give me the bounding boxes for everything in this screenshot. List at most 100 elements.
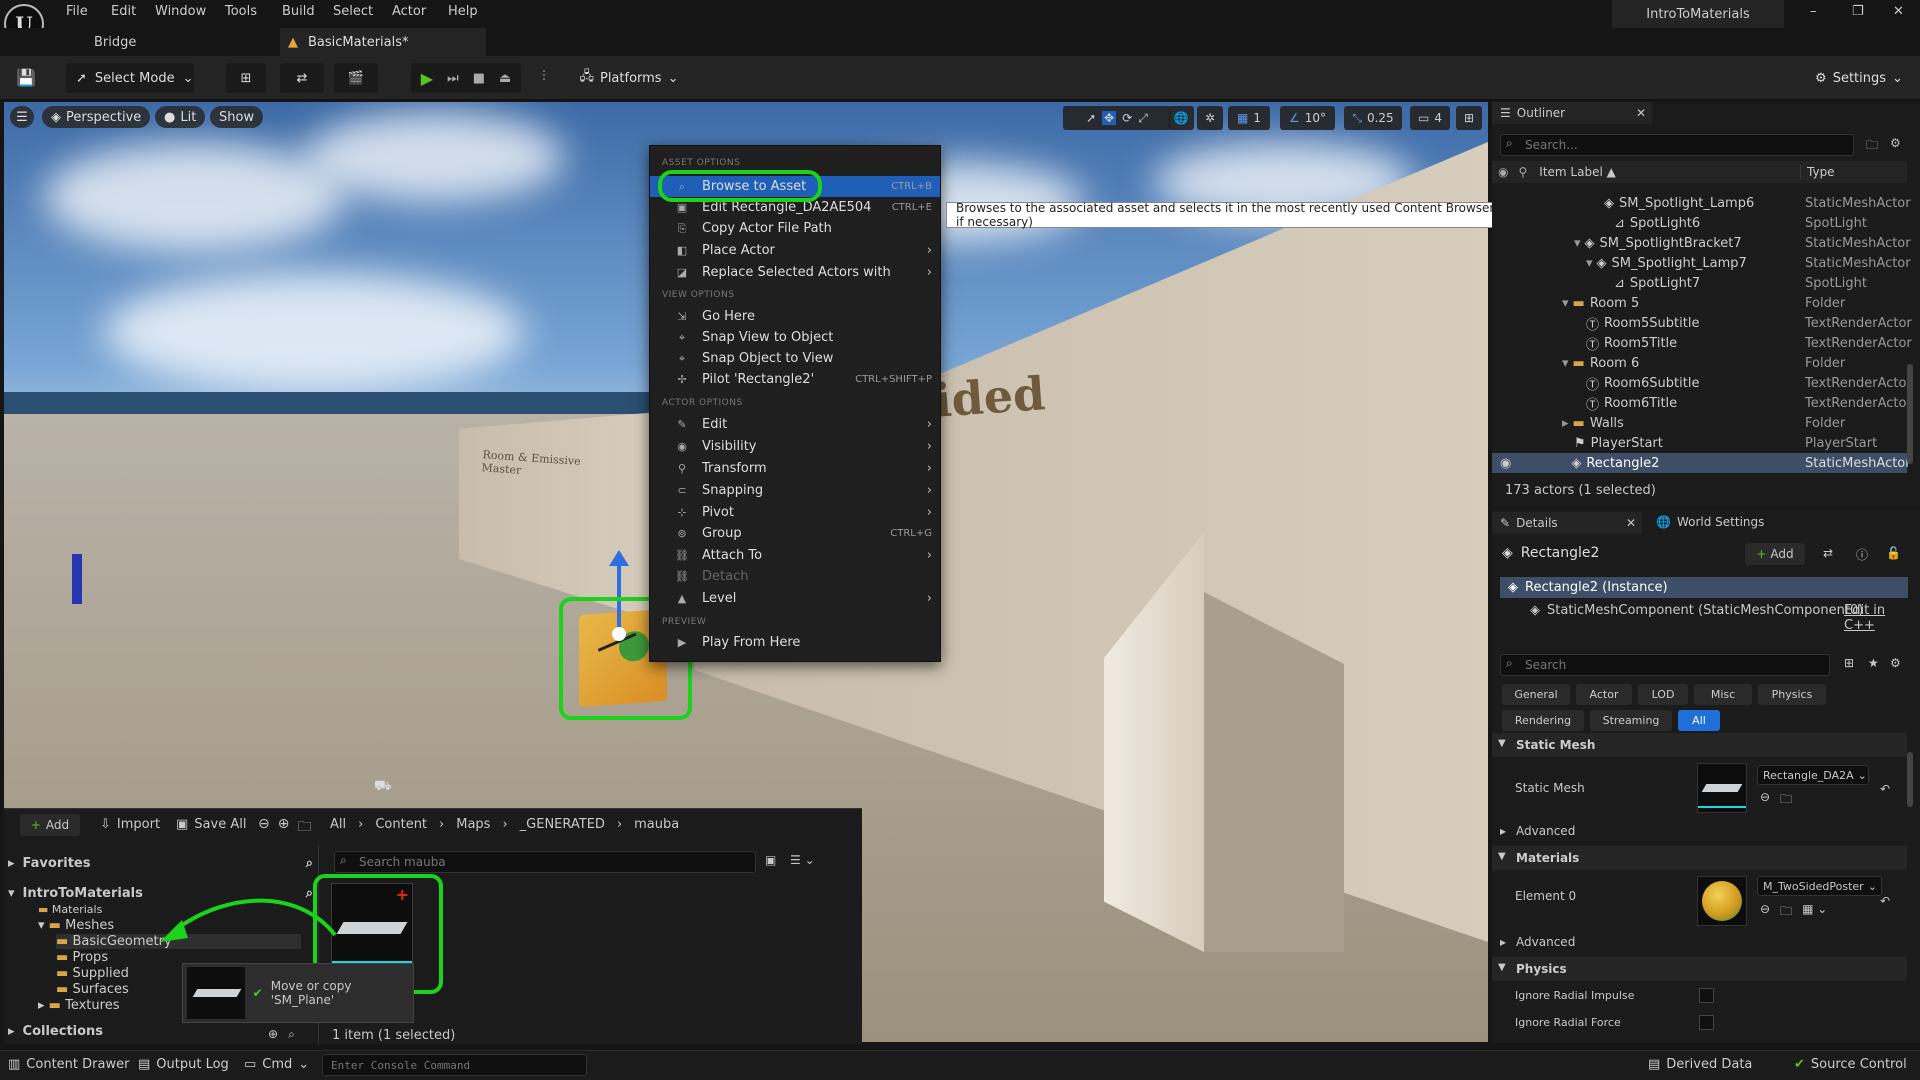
item-label-header[interactable]: Item Label ▲ bbox=[1539, 165, 1616, 179]
reset-icon[interactable]: ↶ bbox=[1880, 782, 1890, 796]
close-button[interactable]: ✕ bbox=[1893, 4, 1904, 19]
eject-icon[interactable]: ⏏ bbox=[499, 71, 511, 86]
radial-impulse-checkbox[interactable] bbox=[1699, 988, 1714, 1003]
tab-bridge[interactable]: Bridge bbox=[94, 35, 136, 50]
more-options-icon[interactable]: ⋮ bbox=[538, 68, 550, 82]
reset-icon[interactable]: ↶ bbox=[1880, 894, 1890, 908]
outliner-row[interactable]: ▾ ▬ Room 6 Folder bbox=[1492, 353, 1907, 373]
outliner-row[interactable]: Ⓣ Room6Title TextRenderActor bbox=[1492, 393, 1912, 413]
derived-data-button[interactable]: ▤ Derived Data bbox=[1648, 1057, 1752, 1072]
chevron-down-icon[interactable]: ▾ bbox=[1562, 296, 1569, 311]
filter-general[interactable]: General bbox=[1502, 684, 1570, 705]
material-dropdown[interactable]: M_TwoSidedPoster ⌄ bbox=[1757, 876, 1882, 896]
outliner-row[interactable]: ⚑ PlayerStart PlayerStart bbox=[1492, 433, 1907, 453]
source-control-button[interactable]: ✔ Source Control bbox=[1794, 1057, 1907, 1072]
cb-save-all-button[interactable]: ▣ Save All bbox=[176, 817, 246, 832]
outliner-row[interactable]: ▸ ▬ Walls Folder bbox=[1492, 413, 1907, 433]
chevron-down-icon[interactable]: ▾ bbox=[1586, 256, 1593, 271]
viewport-layout-icon[interactable]: ⊞ bbox=[1456, 106, 1482, 130]
perspective-button[interactable]: ◈ Perspective bbox=[42, 106, 151, 128]
outliner-row[interactable]: ⊿ SpotLight7 SpotLight bbox=[1492, 273, 1907, 293]
advanced-row-2[interactable]: ▸ Advanced bbox=[1500, 935, 1575, 949]
search-icon[interactable]: ⌕ bbox=[288, 1027, 295, 1042]
filter-lod[interactable]: LOD bbox=[1638, 684, 1688, 705]
static-mesh-dropdown[interactable]: Rectangle_DA2A ⌄ bbox=[1757, 765, 1869, 785]
outliner-scrollbar[interactable] bbox=[1907, 364, 1913, 464]
add-component-button[interactable]: + Add bbox=[1745, 543, 1805, 565]
select-icon[interactable]: ➚ bbox=[1086, 111, 1096, 125]
menu-pilot[interactable]: ✢ Pilot 'Rectangle2' CTRL+SHIFT+P bbox=[650, 369, 940, 390]
scale-snap-button[interactable]: ⤡ 0.25 bbox=[1344, 106, 1402, 130]
blueprint-icon[interactable]: ⇄ bbox=[280, 63, 324, 93]
save-icon[interactable]: 💾 bbox=[16, 68, 36, 87]
type-header[interactable]: Type bbox=[1800, 165, 1835, 179]
help-icon[interactable]: ⓘ bbox=[1856, 546, 1868, 563]
tree-supplied[interactable]: ▬ Supplied bbox=[56, 966, 129, 981]
save-search-icon[interactable]: ▣ bbox=[765, 853, 776, 867]
section-physics[interactable]: Physics bbox=[1492, 957, 1907, 981]
blueprint-icon[interactable]: ⇄ bbox=[1823, 546, 1833, 560]
component-row[interactable]: ◈ StaticMeshComponent (StaticMeshComponen… bbox=[1530, 603, 1863, 618]
camera-speed-button[interactable]: ▭ 4 bbox=[1410, 106, 1450, 130]
viewport-menu-icon[interactable]: ☰ bbox=[10, 106, 34, 128]
menu-edit[interactable]: Edit bbox=[111, 4, 136, 19]
menu-actor[interactable]: Actor bbox=[392, 4, 426, 19]
maximize-button[interactable]: ❐ bbox=[1852, 4, 1864, 19]
browse-icon[interactable]: 🗀 bbox=[1780, 902, 1792, 923]
menu-play-from-here[interactable]: ▶ Play From Here bbox=[650, 632, 940, 653]
close-icon[interactable]: ✕ bbox=[1636, 106, 1646, 120]
menu-help[interactable]: Help bbox=[448, 4, 478, 19]
filter-rendering[interactable]: Rendering bbox=[1502, 710, 1584, 731]
content-drawer-button[interactable]: ▥ Content Drawer bbox=[8, 1057, 129, 1072]
menu-tools[interactable]: Tools bbox=[225, 4, 257, 19]
angle-snap-button[interactable]: ∠ 10° bbox=[1280, 106, 1335, 130]
breadcrumb-all[interactable]: All bbox=[330, 817, 346, 832]
outliner-search-input[interactable] bbox=[1500, 134, 1854, 156]
material-thumbnail[interactable] bbox=[1697, 876, 1747, 926]
menu-attach-to[interactable]: ⛓ Attach To › bbox=[650, 545, 940, 566]
world-local-icon[interactable]: 🌐 bbox=[1168, 106, 1194, 130]
tree-meshes[interactable]: ▾ ▬ Meshes bbox=[38, 918, 114, 933]
menu-file[interactable]: File bbox=[66, 4, 88, 19]
play-icon[interactable]: ▶ bbox=[421, 69, 433, 88]
chevron-right-icon[interactable]: ▸ bbox=[1562, 416, 1569, 431]
use-selected-icon[interactable]: ⊖ bbox=[1760, 902, 1770, 923]
step-icon[interactable]: ⏭ bbox=[447, 71, 459, 86]
translate-icon[interactable]: ✥ bbox=[1102, 111, 1117, 125]
breadcrumb-maps[interactable]: Maps bbox=[456, 817, 490, 832]
add-content-icon[interactable]: ⊞ bbox=[226, 63, 266, 93]
surface-snap-icon[interactable]: ✲ bbox=[1197, 106, 1223, 130]
cb-search-input[interactable] bbox=[334, 851, 756, 873]
menu-visibility[interactable]: ◉ Visibility › bbox=[650, 436, 940, 457]
favorites-header[interactable]: ▸ Favorites ⌕ bbox=[8, 853, 313, 873]
world-settings-tab[interactable]: 🌐 World Settings bbox=[1656, 515, 1764, 529]
chevron-down-icon[interactable]: ▾ bbox=[1562, 356, 1569, 371]
platforms-dropdown[interactable]: 🖧 Platforms ⌄ bbox=[578, 63, 680, 93]
radial-force-checkbox[interactable] bbox=[1699, 1015, 1714, 1030]
cmd-dropdown[interactable]: ▭ Cmd ⌄ bbox=[244, 1057, 309, 1072]
outliner-row[interactable]: Ⓣ Room5Subtitle TextRenderActor bbox=[1492, 313, 1912, 333]
menu-replace-actors[interactable]: ◪ Replace Selected Actors with › bbox=[650, 262, 940, 283]
gear-icon[interactable]: ⚙ bbox=[1890, 136, 1901, 150]
cb-add-button[interactable]: + Add bbox=[20, 814, 80, 836]
filter-streaming[interactable]: Streaming bbox=[1590, 710, 1672, 731]
close-icon[interactable]: ✕ bbox=[1626, 516, 1636, 530]
outliner-row[interactable]: Ⓣ Room6Subtitle TextRenderActor bbox=[1492, 373, 1912, 393]
static-mesh-thumbnail[interactable] bbox=[1697, 763, 1747, 813]
outliner-row[interactable]: Ⓣ Room5Title TextRenderActor bbox=[1492, 333, 1912, 353]
edit-in-cpp-link[interactable]: Edit in C++ bbox=[1844, 603, 1920, 633]
section-static-mesh[interactable]: Static Mesh bbox=[1492, 733, 1907, 757]
breadcrumb-content[interactable]: Content bbox=[375, 817, 427, 832]
menu-window[interactable]: Window bbox=[155, 4, 206, 19]
cb-import-button[interactable]: ⇩ Import bbox=[100, 817, 160, 832]
rotate-icon[interactable]: ⟳ bbox=[1122, 111, 1132, 125]
filter-all[interactable]: All bbox=[1678, 710, 1720, 731]
back-icon[interactable]: ⊖ bbox=[258, 816, 270, 840]
use-selected-icon[interactable]: ⊖ bbox=[1760, 790, 1770, 811]
chevron-down-icon[interactable]: ▾ bbox=[1574, 236, 1581, 251]
tab-level[interactable]: ▲ BasicMaterials* bbox=[280, 28, 486, 56]
texture-icon[interactable]: ▦ ⌄ bbox=[1802, 902, 1827, 923]
menu-edit[interactable]: ✎ Edit › bbox=[650, 414, 940, 435]
search-icon[interactable]: ⌕ bbox=[306, 856, 313, 871]
browse-icon[interactable]: 🗀 bbox=[1780, 790, 1792, 811]
